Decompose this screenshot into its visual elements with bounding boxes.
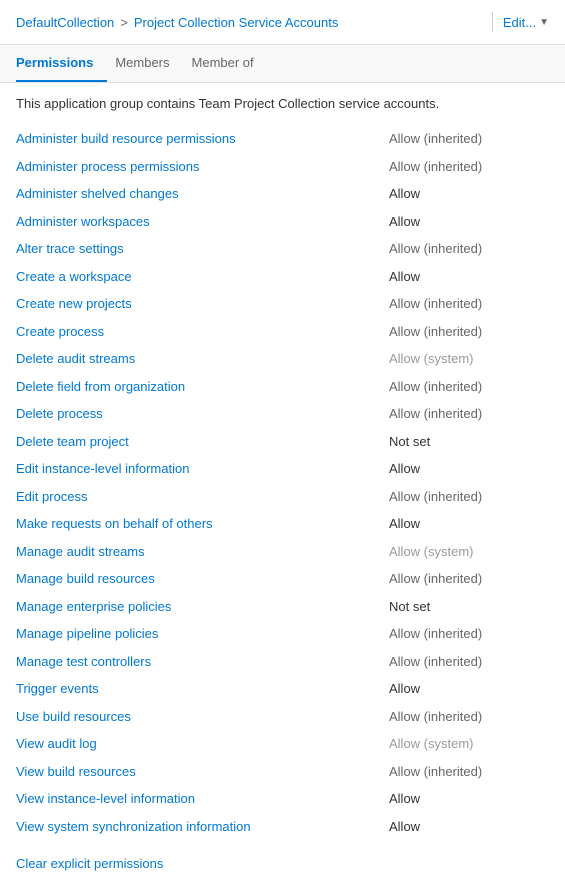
table-row: Administer process permissionsAllow (inh… (16, 153, 549, 181)
permission-value: Allow (inherited) (389, 707, 549, 727)
permissions-table: Administer build resource permissionsAll… (16, 125, 549, 840)
permission-name[interactable]: Create new projects (16, 294, 389, 314)
permission-name[interactable]: Make requests on behalf of others (16, 514, 389, 534)
permission-name[interactable]: View system synchronization information (16, 817, 389, 837)
table-row: Create processAllow (inherited) (16, 318, 549, 346)
table-row: Create new projectsAllow (inherited) (16, 290, 549, 318)
breadcrumb: DefaultCollection > Project Collection S… (16, 15, 482, 30)
tab-permissions[interactable]: Permissions (16, 45, 107, 82)
table-row: View build resourcesAllow (inherited) (16, 758, 549, 786)
permission-value: Allow (inherited) (389, 377, 549, 397)
header-divider (492, 12, 493, 32)
table-row: Create a workspaceAllow (16, 263, 549, 291)
table-row: Manage test controllersAllow (inherited) (16, 648, 549, 676)
permission-name[interactable]: View build resources (16, 762, 389, 782)
permission-name[interactable]: Manage pipeline policies (16, 624, 389, 644)
table-row: Manage audit streamsAllow (system) (16, 538, 549, 566)
page-header: DefaultCollection > Project Collection S… (0, 0, 565, 45)
permission-value: Allow (system) (389, 734, 549, 754)
permission-name[interactable]: Manage audit streams (16, 542, 389, 562)
permission-value: Allow (389, 817, 549, 837)
tab-members[interactable]: Members (115, 45, 183, 82)
table-row: Manage enterprise policiesNot set (16, 593, 549, 621)
permission-name[interactable]: Administer shelved changes (16, 184, 389, 204)
permission-value: Allow (inherited) (389, 487, 549, 507)
breadcrumb-separator: > (120, 15, 128, 30)
permission-value: Allow (system) (389, 349, 549, 369)
clear-explicit-permissions-link[interactable]: Clear explicit permissions (16, 856, 163, 871)
table-row: Use build resourcesAllow (inherited) (16, 703, 549, 731)
permission-value: Allow (389, 679, 549, 699)
permission-value: Not set (389, 597, 549, 617)
table-row: Delete processAllow (inherited) (16, 400, 549, 428)
breadcrumb-collection[interactable]: DefaultCollection (16, 15, 114, 30)
table-row: Administer workspacesAllow (16, 208, 549, 236)
description-text: This application group contains Team Pro… (16, 95, 549, 113)
description-highlight: Team Project Collection service accounts (199, 96, 436, 111)
description-suffix: . (436, 96, 440, 111)
permission-name[interactable]: Use build resources (16, 707, 389, 727)
permission-value: Allow (inherited) (389, 569, 549, 589)
permission-name[interactable]: Manage build resources (16, 569, 389, 589)
permission-name[interactable]: Manage test controllers (16, 652, 389, 672)
table-row: View system synchronization informationA… (16, 813, 549, 841)
permission-value: Allow (system) (389, 542, 549, 562)
permission-name[interactable]: Administer process permissions (16, 157, 389, 177)
permission-value: Allow (389, 789, 549, 809)
permission-name[interactable]: View instance-level information (16, 789, 389, 809)
permission-value: Allow (389, 514, 549, 534)
permission-value: Allow (inherited) (389, 762, 549, 782)
permission-value: Allow (inherited) (389, 157, 549, 177)
table-row: Delete team projectNot set (16, 428, 549, 456)
edit-button[interactable]: Edit... ▼ (503, 15, 549, 30)
permission-name[interactable]: Manage enterprise policies (16, 597, 389, 617)
permission-value: Allow (inherited) (389, 404, 549, 424)
permission-name[interactable]: Delete audit streams (16, 349, 389, 369)
permission-value: Allow (inherited) (389, 652, 549, 672)
table-row: Manage build resourcesAllow (inherited) (16, 565, 549, 593)
table-row: Edit instance-level informationAllow (16, 455, 549, 483)
table-row: Administer build resource permissionsAll… (16, 125, 549, 153)
permission-value: Allow (inherited) (389, 294, 549, 314)
permission-value: Allow (inherited) (389, 129, 549, 149)
permission-name[interactable]: Trigger events (16, 679, 389, 699)
permission-name[interactable]: Delete team project (16, 432, 389, 452)
breadcrumb-page[interactable]: Project Collection Service Accounts (134, 15, 338, 30)
table-row: Manage pipeline policiesAllow (inherited… (16, 620, 549, 648)
edit-label: Edit... (503, 15, 536, 30)
permission-value: Allow (inherited) (389, 322, 549, 342)
table-row: Trigger eventsAllow (16, 675, 549, 703)
permission-name[interactable]: Administer build resource permissions (16, 129, 389, 149)
chevron-down-icon: ▼ (539, 17, 549, 28)
permission-name[interactable]: Administer workspaces (16, 212, 389, 232)
permission-value: Allow (389, 212, 549, 232)
permission-name[interactable]: Alter trace settings (16, 239, 389, 259)
table-row: Delete audit streamsAllow (system) (16, 345, 549, 373)
table-row: Delete field from organizationAllow (inh… (16, 373, 549, 401)
permission-name[interactable]: Create a workspace (16, 267, 389, 287)
table-row: Make requests on behalf of othersAllow (16, 510, 549, 538)
main-content: This application group contains Team Pro… (0, 83, 565, 883)
table-row: View instance-level informationAllow (16, 785, 549, 813)
permission-name[interactable]: Delete field from organization (16, 377, 389, 397)
permission-value: Allow (389, 184, 549, 204)
permission-value: Allow (389, 267, 549, 287)
tab-member-of[interactable]: Member of (192, 45, 268, 82)
permission-name[interactable]: Delete process (16, 404, 389, 424)
table-row: Edit processAllow (inherited) (16, 483, 549, 511)
table-row: Alter trace settingsAllow (inherited) (16, 235, 549, 263)
permission-name[interactable]: Edit instance-level information (16, 459, 389, 479)
table-row: Administer shelved changesAllow (16, 180, 549, 208)
description-prefix: This application group contains (16, 96, 199, 111)
permission-value: Allow (389, 459, 549, 479)
permission-name[interactable]: View audit log (16, 734, 389, 754)
permission-value: Allow (inherited) (389, 239, 549, 259)
permission-name[interactable]: Create process (16, 322, 389, 342)
permission-name[interactable]: Edit process (16, 487, 389, 507)
permission-value: Allow (inherited) (389, 624, 549, 644)
table-row: View audit logAllow (system) (16, 730, 549, 758)
tab-bar: PermissionsMembersMember of (0, 45, 565, 83)
permission-value: Not set (389, 432, 549, 452)
